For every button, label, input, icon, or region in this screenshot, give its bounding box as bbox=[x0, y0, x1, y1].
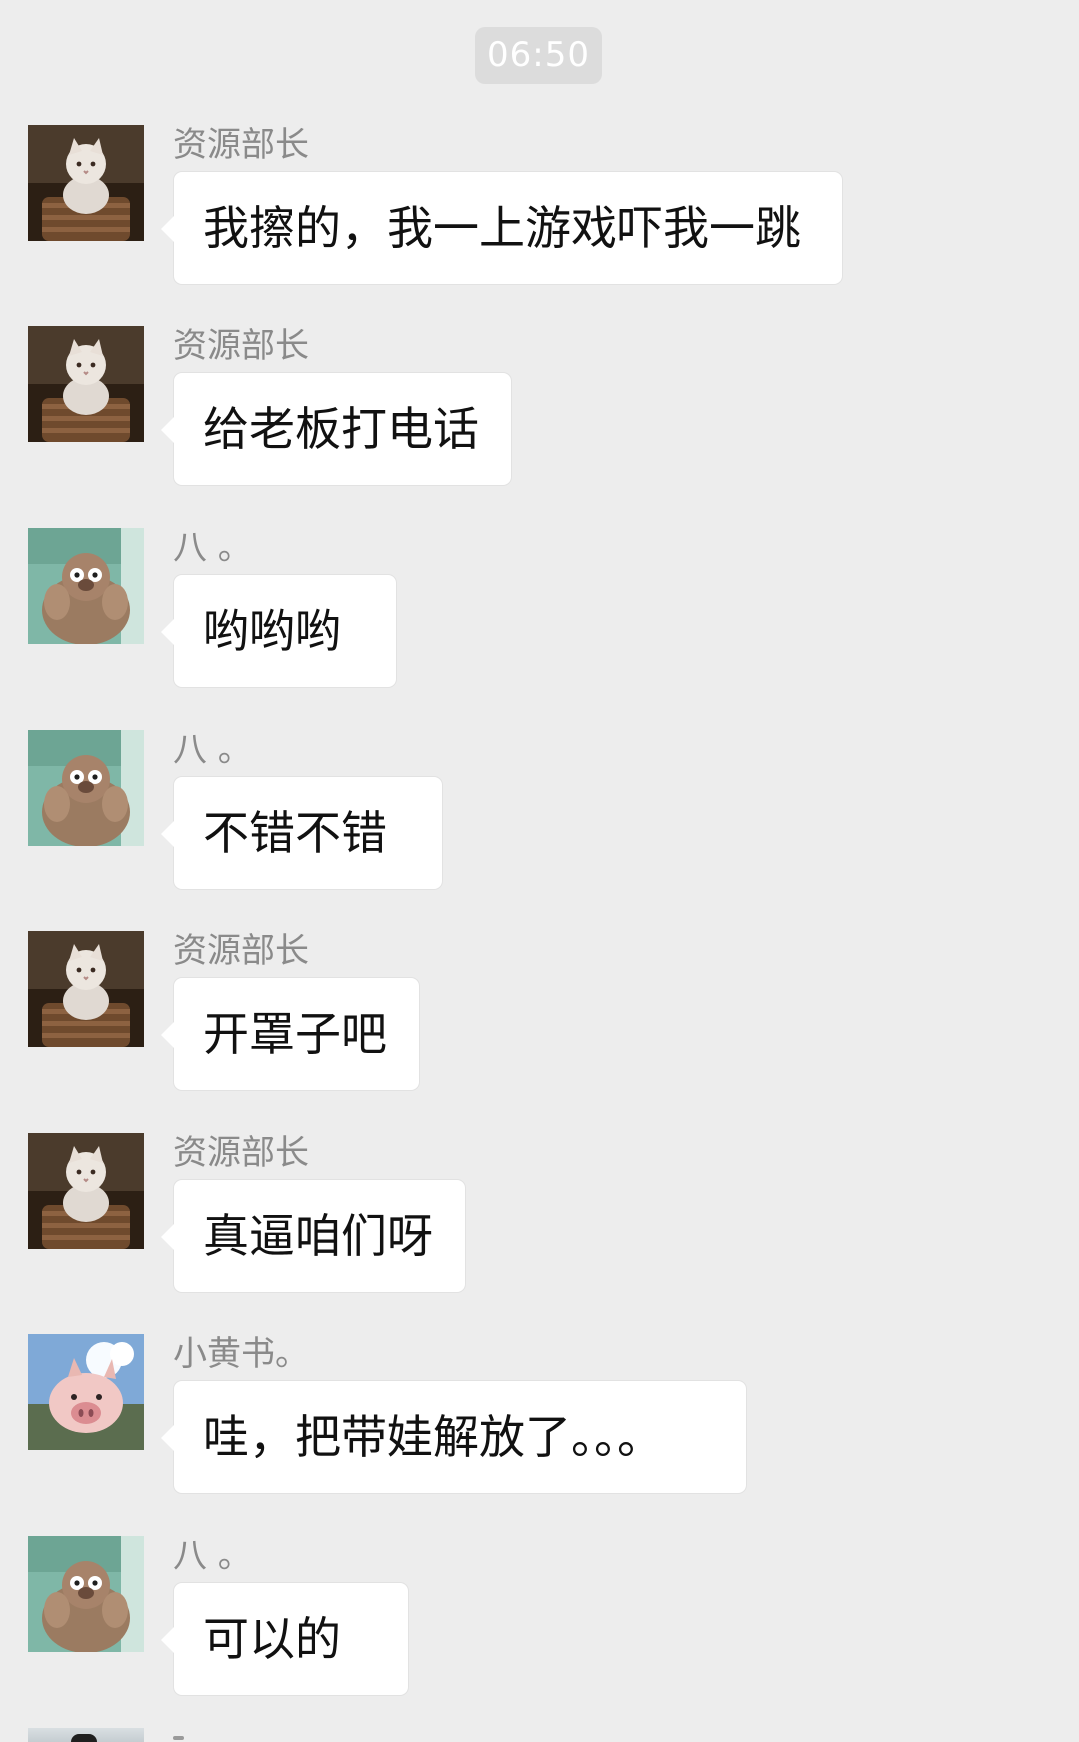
cat-icon[interactable] bbox=[28, 931, 144, 1047]
bear-icon[interactable] bbox=[28, 730, 144, 846]
message-text: 我擦的，我一上游戏吓我一跳 bbox=[203, 201, 801, 255]
bear-icon[interactable] bbox=[28, 528, 144, 644]
sender-name: 八 。 bbox=[173, 1536, 252, 1576]
sender-name: 小黄书。 bbox=[173, 1334, 309, 1374]
message-bubble[interactable]: 哟哟哟 bbox=[161, 574, 397, 688]
time-divider: 06:50 bbox=[475, 27, 602, 84]
sender-name: 八 。 bbox=[173, 730, 252, 770]
message-bubble[interactable]: 我擦的，我一上游戏吓我一跳 bbox=[161, 171, 843, 285]
sender-name: 资源部长 bbox=[173, 326, 309, 366]
partial-sender-name bbox=[173, 1728, 235, 1742]
partial-avatar[interactable] bbox=[28, 1728, 144, 1742]
cat-icon[interactable] bbox=[28, 326, 144, 442]
message-text: 哟哟哟 bbox=[203, 604, 341, 658]
message-bubble[interactable]: 不错不错 bbox=[161, 776, 443, 890]
message-bubble[interactable]: 给老板打电话 bbox=[161, 372, 512, 486]
message-text: 开罩子吧 bbox=[203, 1007, 387, 1061]
message-bubble[interactable]: 可以的 bbox=[161, 1582, 409, 1696]
sender-name: 资源部长 bbox=[173, 125, 309, 165]
message-text: 给老板打电话 bbox=[203, 402, 479, 456]
message-bubble[interactable]: 开罩子吧 bbox=[161, 977, 420, 1091]
message-bubble[interactable]: 真逼咱们呀 bbox=[161, 1179, 466, 1293]
sender-name: 八 。 bbox=[173, 528, 252, 568]
cat-icon[interactable] bbox=[28, 125, 144, 241]
message-text: 不错不错 bbox=[203, 806, 387, 860]
cat-icon[interactable] bbox=[28, 1133, 144, 1249]
message-bubble[interactable]: 哇，把带娃解放了。。。 bbox=[161, 1380, 747, 1494]
message-text: 哇，把带娃解放了。。。 bbox=[203, 1410, 663, 1464]
pig-icon[interactable] bbox=[28, 1334, 144, 1450]
sender-name: 资源部长 bbox=[173, 931, 309, 971]
partial-message-row bbox=[0, 1728, 1079, 1742]
sender-name: 资源部长 bbox=[173, 1133, 309, 1173]
bear-icon[interactable] bbox=[28, 1536, 144, 1652]
time-label: 06:50 bbox=[487, 35, 590, 75]
message-text: 可以的 bbox=[203, 1612, 341, 1666]
message-text: 真逼咱们呀 bbox=[203, 1209, 433, 1263]
